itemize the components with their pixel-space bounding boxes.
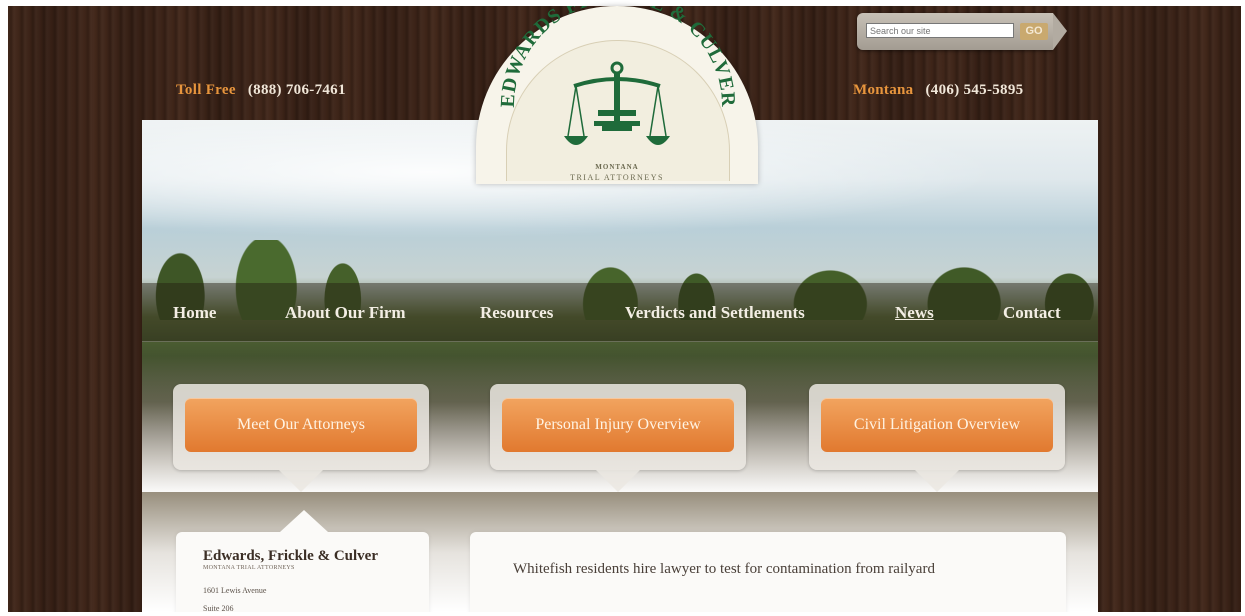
nav-resources[interactable]: Resources — [480, 303, 553, 323]
callout-meet-attorneys: Meet Our Attorneys — [173, 384, 429, 492]
nav-news[interactable]: News — [895, 303, 934, 323]
news-headline-link[interactable]: Whitefish residents hire lawyer to test … — [513, 559, 983, 580]
logo-tagline-trial: TRIAL ATTORNEYS — [570, 173, 664, 182]
sidebar-firm-name: Edwards, Frickle & Culver — [203, 548, 378, 564]
search-input[interactable] — [866, 23, 1014, 38]
nav-contact[interactable]: Contact — [1003, 303, 1061, 323]
montana-label: Montana — [853, 82, 914, 98]
nav-home[interactable]: Home — [173, 303, 216, 323]
toll-free-phone: Toll Free (888) 706-7461 — [176, 82, 346, 99]
main-nav: Home About Our Firm Resources Verdicts a… — [142, 283, 1098, 342]
nav-about-our-firm[interactable]: About Our Firm — [285, 303, 406, 323]
hero-banner: Home About Our Firm Resources Verdicts a… — [142, 120, 1098, 612]
nav-verdicts-and-settlements[interactable]: Verdicts and Settlements — [625, 303, 805, 323]
montana-phone: Montana (406) 545-5895 — [853, 82, 1023, 99]
callout-civil-litigation: Civil Litigation Overview — [809, 384, 1065, 492]
sidebar-firm-subtitle: MONTANA TRIAL ATTORNEYS — [203, 565, 295, 571]
scales-of-justice-icon — [564, 61, 670, 145]
address-line-1: 1601 Lewis Avenue — [203, 586, 267, 595]
meet-our-attorneys-button[interactable]: Meet Our Attorneys — [185, 398, 417, 452]
search-box: GO — [857, 13, 1067, 50]
toll-free-label: Toll Free — [176, 82, 236, 98]
montana-number: (406) 545-5895 — [925, 82, 1024, 98]
firm-logo[interactable]: EDWARDS FRICKLE & CULVER MONTANA TRIAL A… — [476, 6, 758, 184]
address-line-2: Suite 206 — [203, 604, 234, 612]
civil-litigation-overview-button[interactable]: Civil Litigation Overview — [821, 398, 1053, 452]
contact-panel: Edwards, Frickle & Culver MONTANA TRIAL … — [176, 510, 429, 612]
search-go-button[interactable]: GO — [1020, 23, 1048, 40]
logo-graphic: EDWARDS FRICKLE & CULVER — [497, 6, 738, 145]
callout-personal-injury: Personal Injury Overview — [490, 384, 746, 492]
news-panel: Whitefish residents hire lawyer to test … — [470, 532, 1066, 612]
toll-free-number: (888) 706-7461 — [247, 82, 346, 98]
logo-tagline-state: MONTANA — [595, 163, 639, 171]
personal-injury-overview-button[interactable]: Personal Injury Overview — [502, 398, 734, 452]
